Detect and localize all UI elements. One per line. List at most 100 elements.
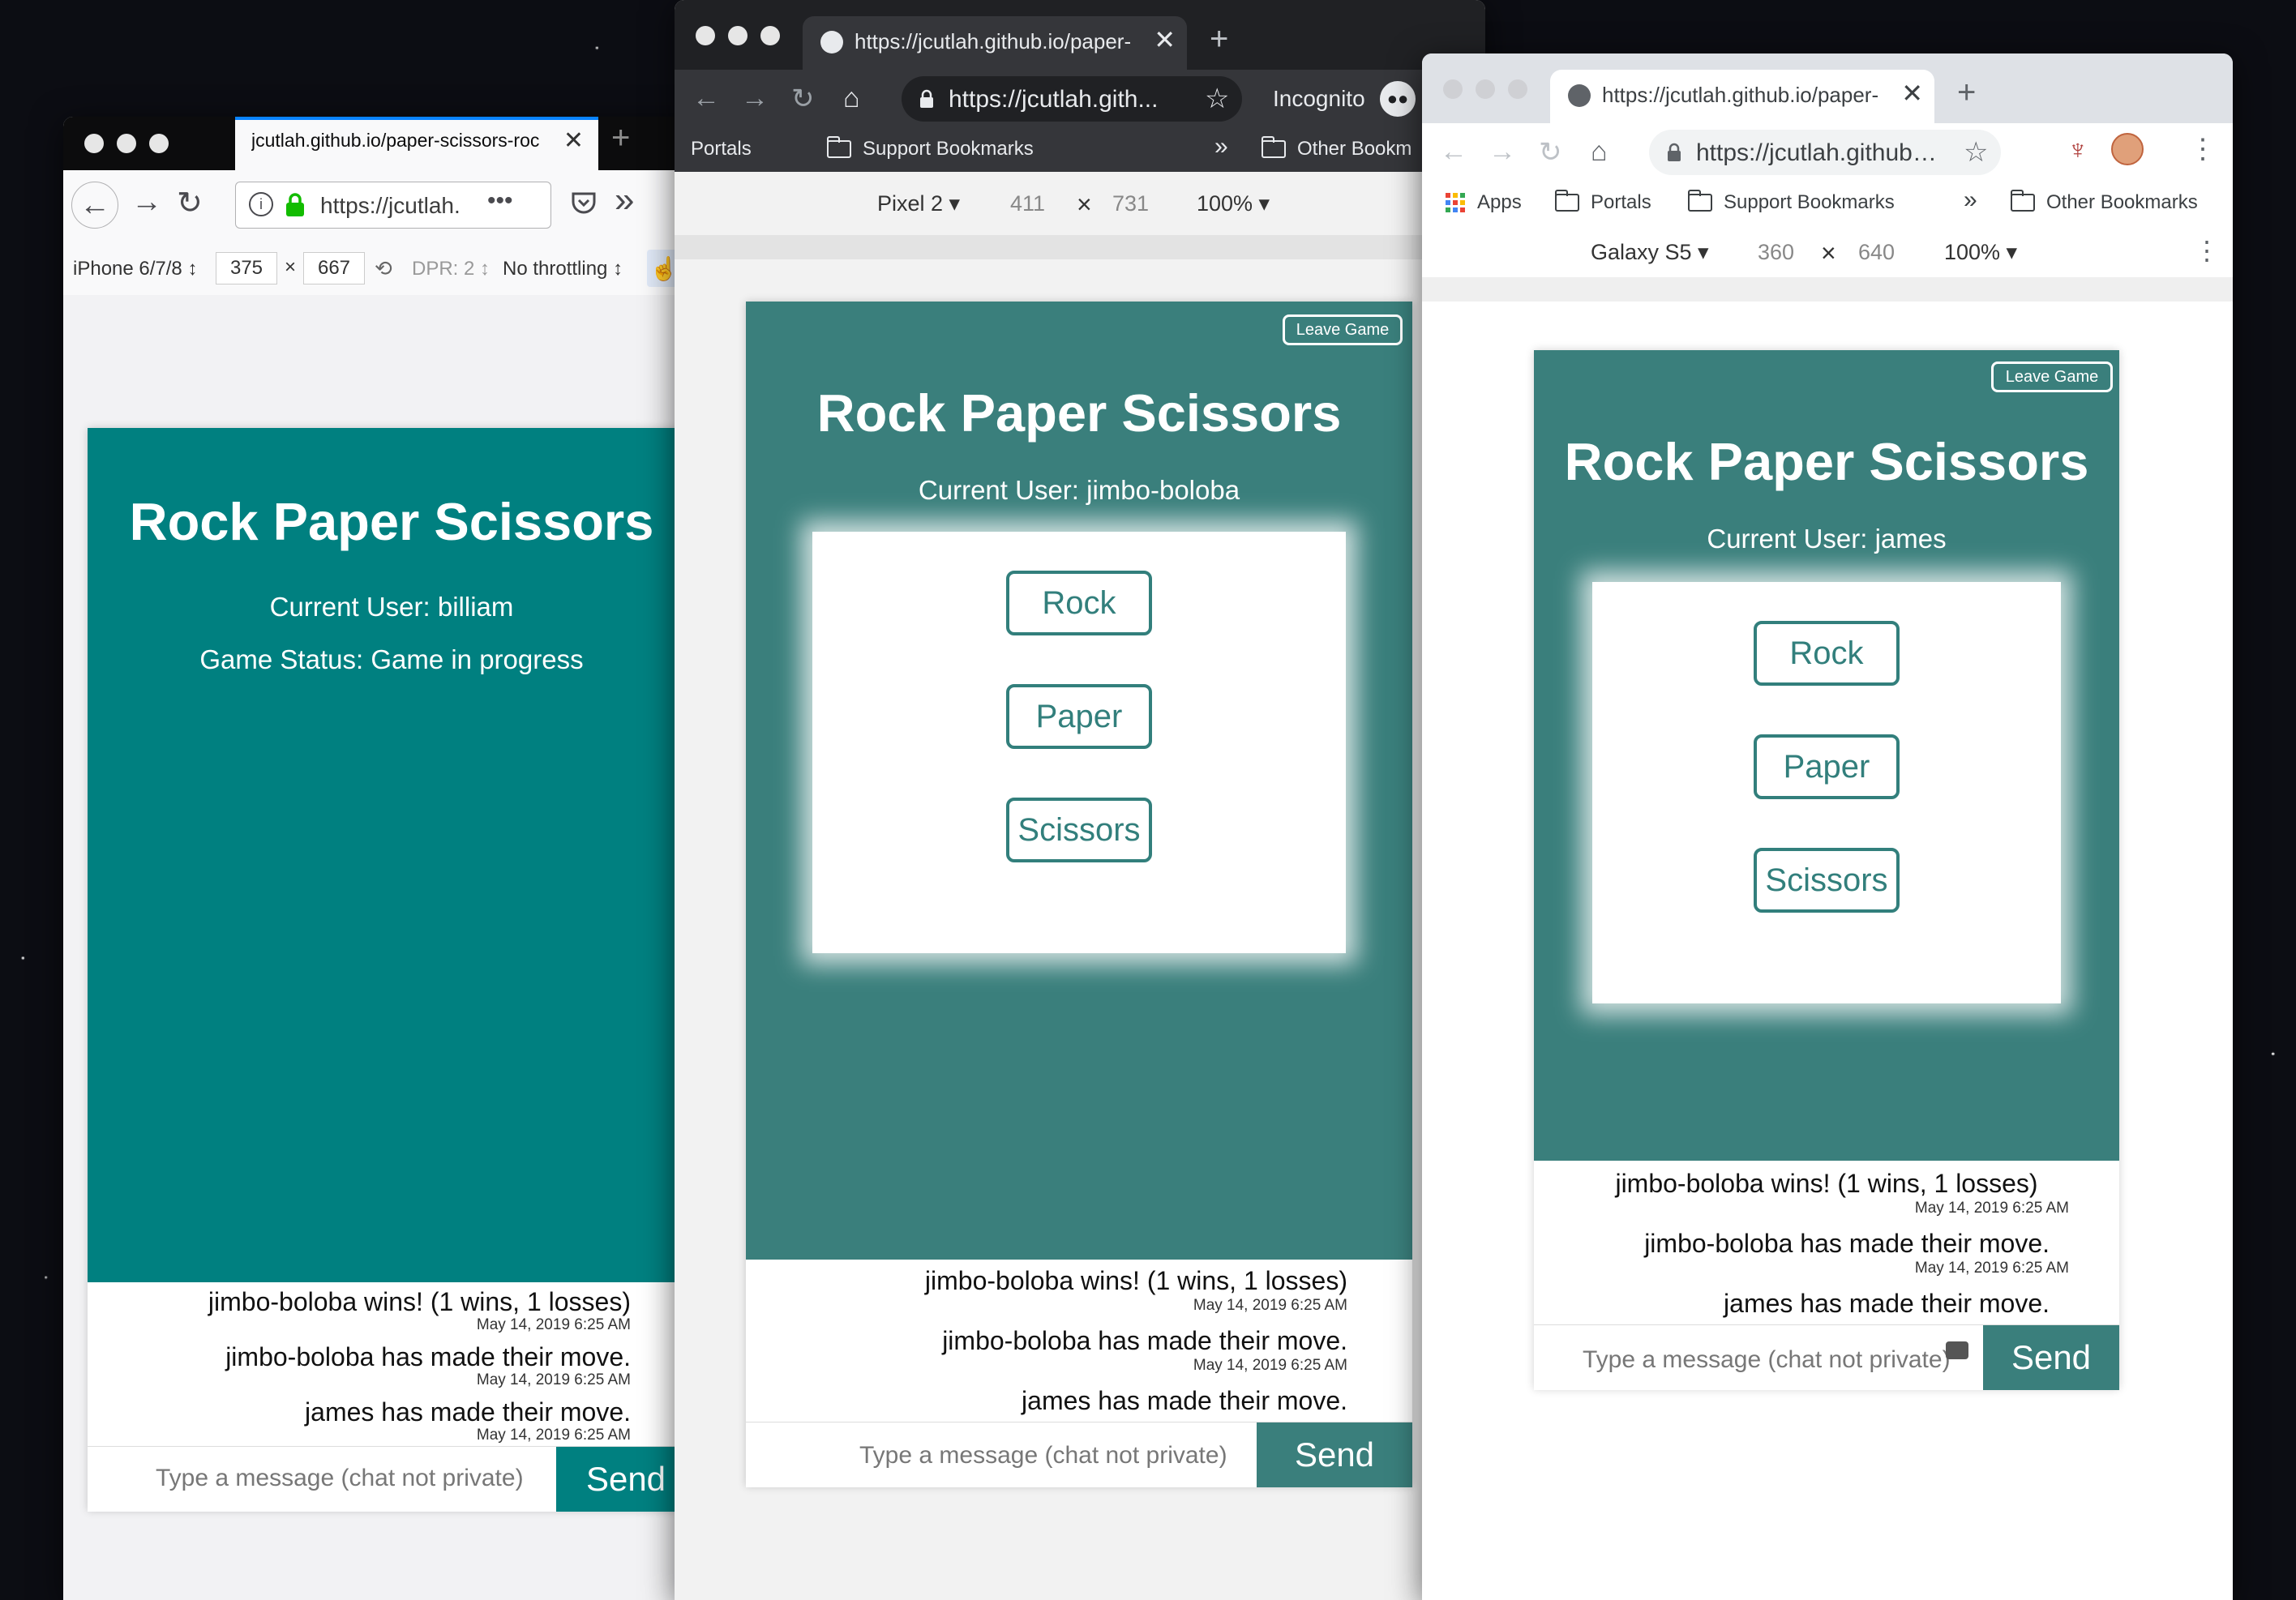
bookmark-support[interactable]: Support Bookmarks — [827, 136, 1034, 160]
tab-title: jcutlah.github.io/paper-scissors-roc — [251, 130, 540, 151]
rotate-icon[interactable]: ⟲ — [375, 256, 392, 281]
rps-app: Leave Game Rock Paper Scissors Current U… — [1534, 350, 2119, 1390]
chat-input[interactable]: Type a message (chat not private) — [1583, 1346, 1951, 1374]
extension-icon[interactable]: ♆ — [2067, 135, 2088, 166]
new-tab-button[interactable]: + — [611, 120, 630, 156]
chat-timestamp: May 14, 2019 6:25 AM — [476, 1316, 631, 1333]
url-text: https://jcutlah. — [320, 193, 460, 218]
scissors-button[interactable]: Scissors — [1754, 848, 1900, 913]
paper-button[interactable]: Paper — [1006, 684, 1152, 749]
bookmark-star-icon[interactable]: ☆ — [1205, 83, 1229, 115]
home-icon[interactable]: ⌂ — [1591, 136, 1608, 168]
bookmark-portals[interactable]: Portals — [691, 138, 752, 160]
zoom-select[interactable]: 100% ▾ — [1944, 240, 2017, 265]
folder-icon — [1555, 190, 1579, 212]
toolbar: ← → ↻ ⌂ https://jcutlah.gith... ☆ Incogn… — [675, 70, 1485, 128]
folder-icon — [1688, 190, 1712, 212]
media-query-ruler — [1422, 277, 2233, 302]
more-menu-icon[interactable]: ⋮ — [2189, 133, 2217, 165]
reload-icon[interactable]: ↻ — [791, 83, 815, 115]
chat-timestamp: May 14, 2019 6:25 AM — [1914, 1200, 2069, 1217]
minimize-window-button[interactable] — [1476, 79, 1495, 99]
send-button[interactable]: Send — [1983, 1325, 2119, 1390]
bookmark-other[interactable]: Other Bookm — [1262, 136, 1411, 160]
bookmark-portals[interactable]: Portals — [1555, 190, 1651, 214]
bookmark-support[interactable]: Support Bookmarks — [1688, 190, 1895, 214]
bookmark-apps[interactable]: Apps — [1445, 191, 1522, 214]
pocket-icon[interactable] — [571, 191, 597, 216]
minimize-window-button[interactable] — [728, 26, 747, 45]
throttling-select[interactable]: No throttling ↕ — [503, 258, 623, 280]
zoom-select[interactable]: 100% ▾ — [1197, 191, 1270, 216]
new-tab-button[interactable]: + — [1957, 75, 1976, 111]
paper-button[interactable]: Paper — [1754, 734, 1900, 799]
page-actions-icon[interactable]: ••• — [487, 187, 513, 215]
leave-game-button[interactable]: Leave Game — [1991, 361, 2113, 392]
zoom-window-button[interactable] — [1508, 79, 1527, 99]
browser-tab[interactable]: jcutlah.github.io/paper-scissors-roc ✕ — [235, 117, 598, 170]
dpr-select[interactable]: DPR: 2 ↕ — [412, 258, 490, 280]
zoom-window-button[interactable] — [760, 26, 780, 45]
times-symbol: × — [1077, 190, 1092, 219]
address-bar[interactable]: https://jcutlah.gith... ☆ — [902, 76, 1242, 122]
back-icon[interactable]: ← — [692, 83, 720, 114]
bookmark-star-icon[interactable]: ☆ — [1964, 136, 1988, 169]
device-more-icon[interactable]: ⋮ — [2194, 235, 2220, 266]
game-panel: Leave Game Rock Paper Scissors Current U… — [1534, 350, 2119, 1161]
firefox-window: jcutlah.github.io/paper-scissors-roc ✕ +… — [63, 117, 722, 1600]
width-input[interactable]: 411 — [1010, 191, 1045, 216]
chrome-window: https://jcutlah.github.io/paper- ✕ + ← →… — [1422, 53, 2233, 1600]
rock-button[interactable]: Rock — [1006, 571, 1152, 635]
bookmark-other[interactable]: Other Bookmarks — [2011, 190, 2198, 214]
close-tab-icon[interactable]: ✕ — [1901, 78, 1923, 109]
times-symbol: × — [284, 256, 296, 278]
device-select[interactable]: Pixel 2 ▾ — [877, 191, 960, 216]
close-window-button[interactable] — [696, 26, 715, 45]
bookmarks-overflow-chevron[interactable]: » — [1964, 186, 1977, 214]
leave-game-button[interactable]: Leave Game — [1283, 314, 1403, 345]
height-input[interactable]: 731 — [1112, 191, 1149, 216]
reload-button[interactable]: ↻ — [177, 185, 203, 221]
close-window-button[interactable] — [1443, 79, 1463, 99]
home-icon[interactable]: ⌂ — [843, 83, 860, 114]
send-button[interactable]: Send — [1257, 1422, 1412, 1487]
rock-button[interactable]: Rock — [1754, 621, 1900, 686]
media-query-ruler — [675, 235, 1485, 259]
device-select[interactable]: iPhone 6/7/8 ↕ — [73, 258, 197, 280]
reload-icon[interactable]: ↻ — [1539, 136, 1562, 169]
browser-tab[interactable]: https://jcutlah.github.io/paper- ✕ — [803, 16, 1187, 70]
overflow-chevron-icon[interactable]: » — [615, 180, 634, 220]
new-tab-button[interactable]: + — [1210, 21, 1228, 58]
back-button[interactable]: ← — [71, 182, 118, 229]
rps-app: Leave Game Rock Paper Scissors Current U… — [746, 302, 1412, 1487]
minimize-window-button[interactable] — [117, 134, 136, 153]
back-icon[interactable]: ← — [1440, 136, 1467, 168]
avatar[interactable] — [2111, 133, 2144, 165]
forward-icon[interactable]: → — [1489, 136, 1516, 168]
folder-icon — [827, 136, 851, 158]
chat-message: james has made their move. — [1022, 1386, 1347, 1415]
close-tab-icon[interactable]: ✕ — [1154, 24, 1176, 55]
close-window-button[interactable] — [84, 134, 104, 153]
chat-input[interactable]: Type a message (chat not private) — [859, 1442, 1227, 1470]
width-input[interactable]: 375 — [216, 252, 277, 284]
address-bar[interactable]: https://jcutlah.github.i... ☆ — [1649, 130, 2001, 175]
info-icon[interactable]: i — [249, 192, 273, 216]
zoom-window-button[interactable] — [149, 134, 169, 153]
bookmarks-bar: Apps Portals Support Bookmarks » Other B… — [1422, 182, 2233, 226]
current-user-text: Current User: james — [1707, 524, 1947, 554]
url-bar[interactable]: i https://jcutlah. ••• — [235, 182, 551, 229]
width-input[interactable]: 360 — [1758, 240, 1794, 265]
forward-icon[interactable]: → — [741, 83, 769, 114]
forward-button[interactable]: → — [131, 185, 162, 220]
chat-input[interactable]: Type a message (chat not private) — [156, 1465, 524, 1492]
title-bar: https://jcutlah.github.io/paper- ✕ + — [675, 0, 1485, 70]
bookmarks-overflow-chevron[interactable]: » — [1214, 133, 1228, 160]
incognito-icon[interactable]: ●● — [1380, 81, 1416, 117]
height-input[interactable]: 667 — [303, 252, 365, 284]
scissors-button[interactable]: Scissors — [1006, 798, 1152, 862]
browser-tab[interactable]: https://jcutlah.github.io/paper- ✕ — [1550, 70, 1934, 123]
close-tab-icon[interactable]: ✕ — [563, 126, 584, 155]
device-select[interactable]: Galaxy S5 ▾ — [1591, 240, 1709, 265]
height-input[interactable]: 640 — [1858, 240, 1895, 265]
